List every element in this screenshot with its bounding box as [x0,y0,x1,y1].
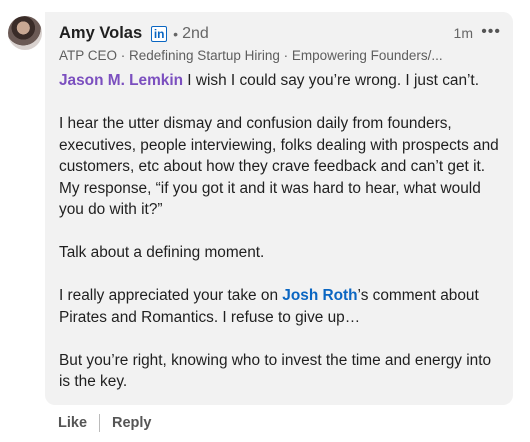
mention-josh-roth[interactable]: Josh Roth [282,287,357,304]
avatar[interactable] [8,16,42,50]
comment-bubble: Amy Volas in • 2nd 1m ••• ATP CEO · Rede… [45,12,513,405]
comment-header: Amy Volas in • 2nd [59,24,209,43]
more-options-icon[interactable]: ••• [481,24,501,40]
mention-jason-lemkin[interactable]: Jason M. Lemkin [59,72,183,89]
reply-button[interactable]: Reply [112,415,152,431]
paragraph-1: Jason M. Lemkin I wish I could say you’r… [59,70,499,92]
action-divider [99,414,101,432]
linkedin-icon: in [151,25,168,42]
paragraph-1-text: I wish I could say you’re wrong. I just … [183,72,479,89]
comment-body: Jason M. Lemkin I wish I could say you’r… [59,70,499,414]
timestamp: 1m [453,25,473,41]
paragraph-4-before: I really appreciated your take on [59,287,283,304]
author-name[interactable]: Amy Volas [59,24,142,43]
paragraph-5: But you’re right, knowing who to invest … [59,351,492,391]
like-button[interactable]: Like [58,415,87,431]
comment-actions: Like Reply [58,414,152,432]
paragraph-2: I hear the utter dismay and confusion da… [59,115,499,218]
separator-dot: • [173,25,179,42]
paragraph-3: Talk about a defining moment. [59,244,265,261]
paragraph-4: I really appreciated your take on Josh R… [59,285,499,328]
connection-degree: 2nd [182,24,209,42]
author-headline: ATP CEO · Redefining Startup Hiring · Em… [59,48,443,63]
